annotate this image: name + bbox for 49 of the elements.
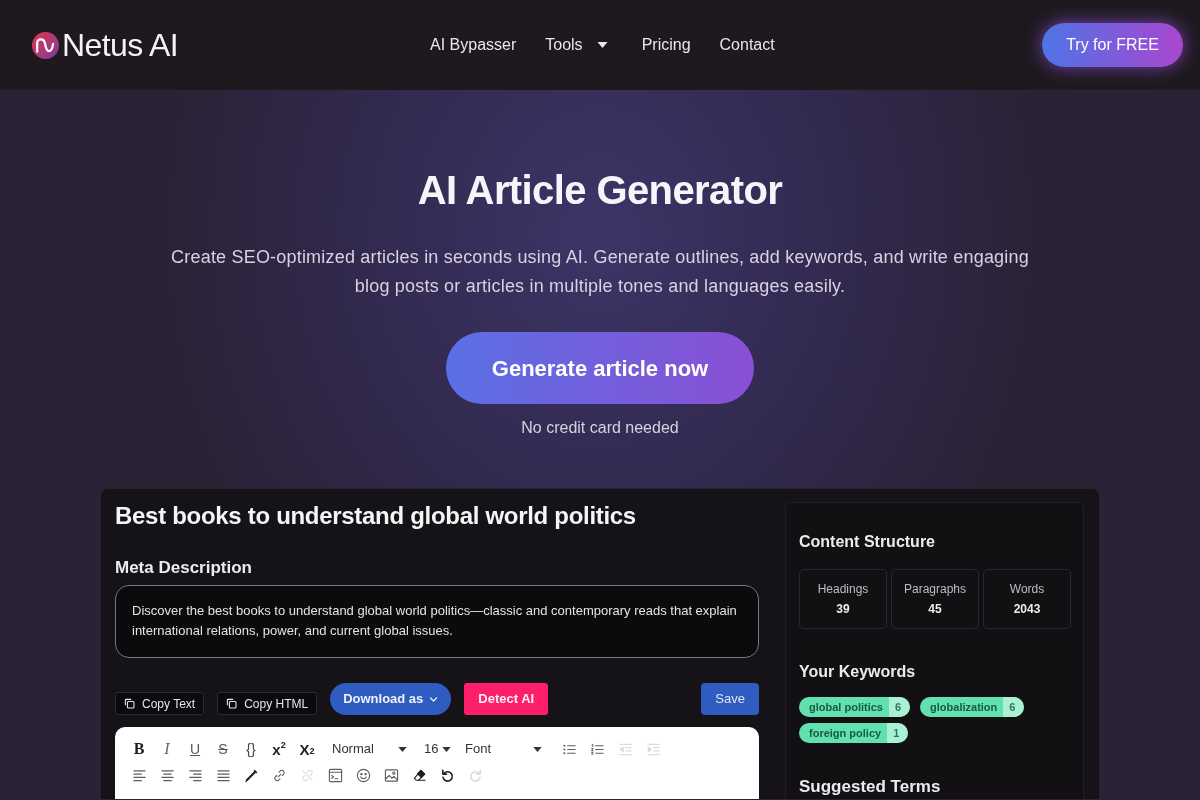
caret-icon: [398, 746, 407, 752]
copy-button[interactable]: Copy HTML: [217, 692, 318, 715]
stat-value: 2043: [1013, 602, 1041, 616]
stat-label: Headings: [817, 582, 869, 596]
copy-icon: [226, 698, 238, 709]
credit-card-note: No credit card needed: [521, 418, 679, 438]
stat-label: Words: [1009, 582, 1045, 596]
paragraph-style-select[interactable]: Normal: [324, 737, 410, 761]
try-free-button[interactable]: Try for FREE: [1042, 23, 1183, 67]
meta-description-field[interactable]: Discover the best books to understand global world politics—classic and contemporary reads that explain international relations, power, and current global issues.: [115, 585, 759, 658]
keyword-text: foreign policy: [808, 725, 883, 741]
article-title: Best books to understand global world politics: [115, 502, 637, 530]
underline-button[interactable]: U: [181, 737, 209, 761]
nav-link[interactable]: Contact: [719, 35, 775, 55]
section-heading: Your Keywords: [799, 662, 917, 682]
copy-button[interactable]: Copy Text: [115, 692, 205, 715]
font-size-select[interactable]: 16: [416, 737, 454, 761]
nav-link[interactable]: Pricing: [641, 35, 691, 55]
keyword-text: globalization: [929, 699, 999, 715]
section-heading: Content Structure: [799, 532, 936, 552]
keyword-count: 6: [1003, 697, 1025, 717]
stat-value: 45: [928, 602, 942, 616]
save-button[interactable]: Save: [701, 683, 759, 715]
stat-label: Paragraphs: [903, 582, 966, 596]
keyword-count: 1: [887, 723, 909, 743]
caret-icon: [533, 746, 542, 752]
copy-icon: [124, 698, 135, 709]
font-family-select[interactable]: Font: [457, 737, 545, 761]
brand-name: Netus AI: [62, 27, 179, 63]
generate-article-button[interactable]: Generate article now: [446, 332, 754, 404]
nav-link[interactable]: Tools: [545, 35, 608, 55]
strikethrough-button[interactable]: S: [209, 737, 237, 761]
page-subtitle: Create SEO-optimized articles in seconds using AI. Generate outlines, add keywords, and write engaging blog posts or articles in multiple tones and languages easily.: [170, 246, 1030, 298]
nav-link[interactable]: AI Bypasser: [430, 35, 517, 55]
bold-button[interactable]: B: [125, 737, 153, 761]
caret-icon: [596, 42, 608, 48]
superscript-button[interactable]: x$^{2}$: [265, 737, 293, 761]
chevron-down-icon: [429, 694, 439, 704]
meta-description-label: Meta Description: [115, 557, 253, 579]
section-heading: Suggested Terms: [799, 776, 942, 798]
stat-value: 39: [836, 602, 850, 616]
keyword-text: global politics: [808, 699, 884, 715]
italic-button[interactable]: I: [153, 737, 181, 761]
code-button[interactable]: {}: [237, 737, 265, 761]
logo-icon: [32, 31, 59, 59]
download-button[interactable]: Download as: [330, 683, 452, 715]
keyword-count: 6: [888, 697, 911, 717]
caret-icon: [442, 746, 451, 752]
page-title: AI Article Generator: [417, 167, 783, 214]
